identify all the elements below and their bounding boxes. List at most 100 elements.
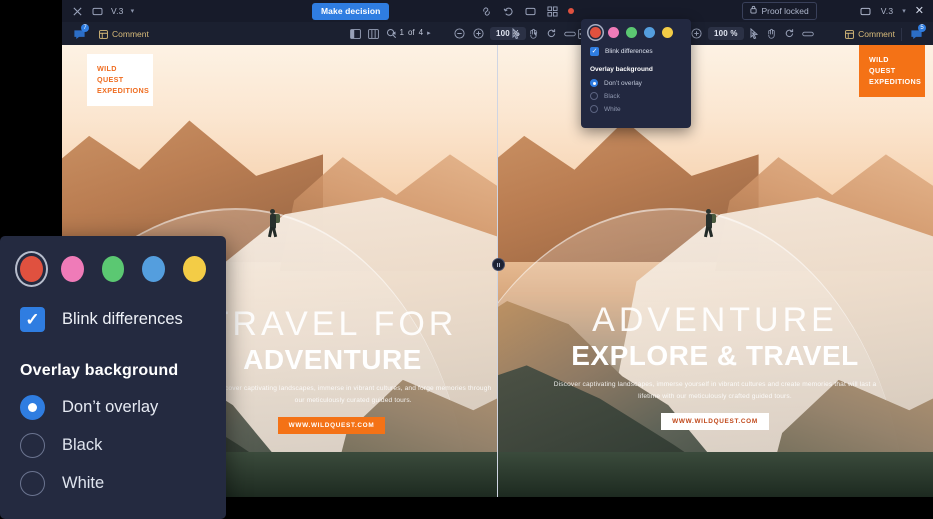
toolbar-right-comment: Comment 5 xyxy=(845,24,926,42)
blink-differences-label-magnified: Blink differences xyxy=(62,310,183,328)
history-icon[interactable] xyxy=(502,5,515,18)
compare-toolbar: 7 Comment ◂ 1 of 4 ▸ 100 % ▾ 100 % ▾ Com… xyxy=(62,22,933,46)
cursor-icon-left[interactable] xyxy=(508,26,523,41)
hand-icon-right[interactable] xyxy=(764,26,779,41)
toolbar-divider xyxy=(901,27,902,41)
radio-dont-overlay[interactable] xyxy=(590,79,598,87)
comment-button-right[interactable]: Comment xyxy=(845,29,895,39)
page-prev-button[interactable]: ◂ xyxy=(392,29,396,37)
radio-label-dont-overlay-magnified: Don’t overlay xyxy=(62,398,159,416)
poster-logo-left: WILD QUEST EXPEDITIONS xyxy=(87,54,153,107)
overlay-option-white[interactable]: White xyxy=(590,105,682,113)
radio-label-white-magnified: White xyxy=(62,474,105,492)
chat-badge-left: 7 xyxy=(81,24,89,32)
toolbar-left-tools xyxy=(508,26,577,41)
color-swatch-blue[interactable] xyxy=(644,27,655,38)
radio-black[interactable] xyxy=(590,92,598,100)
logo-line-2: QUEST xyxy=(97,75,124,85)
overlay-background-title: Overlay background xyxy=(590,66,653,73)
compare-divider-handle[interactable] xyxy=(492,258,505,271)
blink-differences-row[interactable]: ✓ Blink differences xyxy=(590,47,682,56)
zoom-in-icon-left[interactable] xyxy=(471,26,486,41)
color-swatch-yellow-magnified[interactable] xyxy=(183,256,206,282)
chat-icon-left[interactable]: 7 xyxy=(71,24,89,42)
color-swatch-pink[interactable] xyxy=(608,27,619,38)
page-next-button[interactable]: ▸ xyxy=(427,29,431,37)
overlay-option-dont-overlay[interactable]: Don’t overlay xyxy=(590,79,682,87)
grid-view-icon[interactable] xyxy=(366,26,381,41)
compare-pane-right[interactable]: WILD QUEST EXPEDITIONS ADVENTURE EXPLORE… xyxy=(497,45,933,497)
radio-label-black: Black xyxy=(604,92,620,100)
poster-hiker-left xyxy=(266,208,282,238)
blink-differences-checkbox[interactable]: ✓ xyxy=(590,47,599,56)
proof-locked-badge[interactable]: Proof locked xyxy=(742,2,817,20)
color-swatch-green-magnified[interactable] xyxy=(101,256,125,282)
make-decision-button[interactable]: Make decision xyxy=(312,3,390,20)
grid-icon[interactable] xyxy=(546,5,559,18)
poster-hiker-right xyxy=(702,208,718,238)
chat-icon-right[interactable]: 5 xyxy=(908,24,926,42)
overlay-settings-popup: ✓ Blink differences Overlay background D… xyxy=(581,19,691,128)
page-navigator: ◂ 1 of 4 ▸ xyxy=(392,28,431,37)
link-icon[interactable] xyxy=(480,5,493,18)
chevron-down-icon-left-version[interactable]: ▾ xyxy=(131,7,135,15)
chevron-down-icon-right-version[interactable]: ▾ xyxy=(902,7,906,15)
zoom-out-icon-left[interactable] xyxy=(452,26,467,41)
hand-icon-left[interactable] xyxy=(526,26,541,41)
rotate-icon-left[interactable] xyxy=(544,26,559,41)
rotate-icon-right[interactable] xyxy=(782,26,797,41)
poster-body-left: Discover captivating landscapes, immerse… xyxy=(215,385,492,404)
page-total: 4 xyxy=(418,28,424,37)
poster-body-right: Discover captivating landscapes, immerse… xyxy=(553,381,877,400)
poster-cta-right[interactable]: WWW.WILDQUEST.COM xyxy=(661,413,769,431)
color-swatch-blue-magnified[interactable] xyxy=(142,256,166,282)
zoom-in-icon-right[interactable] xyxy=(689,26,704,41)
measure-icon-right[interactable] xyxy=(800,26,815,41)
sidebar-icon[interactable] xyxy=(348,26,363,41)
overlay-option-black-magnified[interactable]: Black xyxy=(20,433,206,458)
radio-white[interactable] xyxy=(590,105,598,113)
overlay-option-white-magnified[interactable]: White xyxy=(20,471,206,496)
radio-label-white: White xyxy=(604,105,621,113)
blink-differences-row-magnified[interactable]: ✓ Blink differences xyxy=(20,307,206,332)
measure-icon-left[interactable] xyxy=(562,26,577,41)
color-swatch-pink-magnified[interactable] xyxy=(60,256,84,282)
compare-divider[interactable] xyxy=(497,45,498,497)
logo-line-1: WILD xyxy=(97,64,117,73)
comment-button-left[interactable]: Comment xyxy=(99,29,149,39)
comment-label-left: Comment xyxy=(112,29,149,39)
frame-icon-right[interactable] xyxy=(524,5,537,18)
color-swatch-red[interactable] xyxy=(590,27,601,38)
blink-differences-checkbox-magnified[interactable]: ✓ xyxy=(20,307,45,332)
zoom-level-right[interactable]: 100 % xyxy=(708,27,744,40)
top-bar-left-group: V.3 ▾ xyxy=(62,5,134,18)
color-swatch-yellow[interactable] xyxy=(662,27,673,38)
overlay-option-black[interactable]: Black xyxy=(590,92,682,100)
frame-icon[interactable] xyxy=(91,5,104,18)
proof-locked-label: Proof locked xyxy=(761,5,809,16)
close-icon[interactable]: ✕ xyxy=(915,5,924,17)
radio-white-magnified[interactable] xyxy=(20,471,45,496)
poster-cta-left[interactable]: WWW.WILDQUEST.COM xyxy=(277,417,386,435)
comment-label-right: Comment xyxy=(858,29,895,39)
radio-label-dont-overlay: Don’t overlay xyxy=(604,79,642,87)
color-swatch-red-magnified[interactable] xyxy=(20,256,43,282)
overlay-option-dont-overlay-magnified[interactable]: Don’t overlay xyxy=(20,395,206,420)
compare-icon[interactable] xyxy=(71,5,84,18)
color-swatch-row-magnified xyxy=(20,256,206,282)
version-label-right: V.3 xyxy=(880,6,894,16)
logo-line-2: QUEST xyxy=(869,66,896,76)
page-current: 1 xyxy=(399,28,404,37)
cursor-icon-right[interactable] xyxy=(746,26,761,41)
poster-text-right: ADVENTURE EXPLORE & TRAVEL Discover capt… xyxy=(497,301,933,431)
page-of-label: of xyxy=(407,28,415,37)
radio-dont-overlay-magnified[interactable] xyxy=(20,395,45,420)
logo-line-3: EXPEDITIONS xyxy=(97,86,150,96)
color-swatch-green[interactable] xyxy=(626,27,637,38)
radio-black-magnified[interactable] xyxy=(20,433,45,458)
poster-heading-bold-right: EXPLORE & TRAVEL xyxy=(571,340,859,371)
poster-grass-right xyxy=(497,451,933,497)
poster-heading-thin-right: ADVENTURE xyxy=(592,301,838,339)
window-top-bar: V.3 ▾ Make decision Proof locked V.3 ▾ ✕ xyxy=(62,0,933,23)
version-label-left: V.3 xyxy=(111,6,124,16)
